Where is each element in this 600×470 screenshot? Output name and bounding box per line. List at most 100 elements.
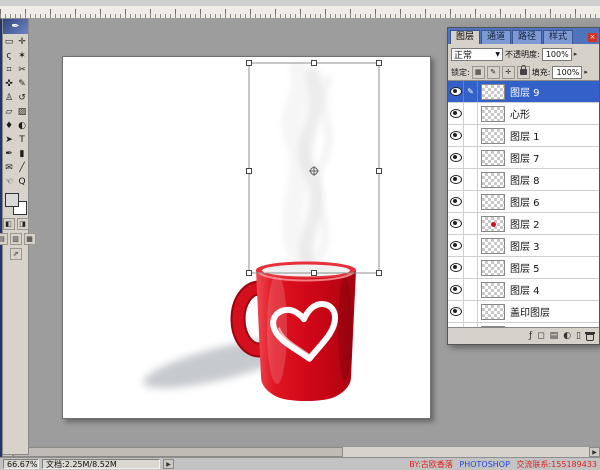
layer-name[interactable]: 图层 7 bbox=[508, 150, 599, 165]
magic-wand-tool-icon[interactable]: ✶ bbox=[16, 49, 28, 63]
rectangular-marquee-tool-icon[interactable]: ▭ bbox=[3, 35, 15, 49]
visibility-toggle[interactable] bbox=[448, 147, 464, 168]
move-tool-icon[interactable]: ✛ bbox=[16, 35, 28, 49]
eyedropper-tool-icon[interactable]: ╱ bbox=[16, 161, 28, 175]
photoshop-feather-icon[interactable]: ✒ bbox=[3, 19, 28, 34]
jump-to-imageready-icon[interactable]: ⇗ bbox=[10, 248, 22, 260]
layer-name[interactable]: 盖印图层 bbox=[508, 304, 599, 319]
new-layer-icon[interactable]: ▯ bbox=[576, 329, 581, 343]
zoom-tool-icon[interactable]: Q bbox=[16, 175, 28, 189]
visibility-toggle[interactable] bbox=[448, 169, 464, 190]
opacity-input[interactable]: 100% bbox=[542, 48, 572, 61]
layer-row[interactable]: 图层 3 bbox=[448, 235, 599, 257]
history-brush-tool-icon[interactable]: ↺ bbox=[16, 91, 28, 105]
notes-tool-icon[interactable]: ✉ bbox=[3, 161, 15, 175]
dodge-tool-icon[interactable]: ◐ bbox=[16, 119, 28, 133]
layer-name[interactable]: 图层 9 bbox=[508, 84, 599, 99]
tab-channels[interactable]: 通道 bbox=[481, 30, 511, 44]
visibility-toggle[interactable] bbox=[448, 235, 464, 256]
path-selection-tool-icon[interactable]: ➤ bbox=[3, 133, 15, 147]
tab-layers[interactable]: 图层 bbox=[450, 30, 480, 44]
layer-thumbnail[interactable] bbox=[481, 216, 505, 232]
pen-tool-icon[interactable]: ✒ bbox=[3, 147, 15, 161]
layer-row[interactable]: 图层 4 bbox=[448, 279, 599, 301]
fill-slider-arrow-icon[interactable]: ▸ bbox=[584, 68, 588, 76]
foreground-color-swatch[interactable] bbox=[5, 193, 19, 207]
tab-paths[interactable]: 路径 bbox=[512, 30, 542, 44]
standard-mode-icon[interactable]: ◧ bbox=[3, 218, 15, 230]
visibility-toggle[interactable] bbox=[448, 125, 464, 146]
layer-thumbnail[interactable] bbox=[481, 150, 505, 166]
eraser-tool-icon[interactable]: ▱ bbox=[3, 105, 15, 119]
layer-name[interactable]: 图层 3 bbox=[508, 238, 599, 253]
standard-screen-mode-icon[interactable]: ▤ bbox=[0, 233, 8, 245]
opacity-slider-arrow-icon[interactable]: ▸ bbox=[574, 50, 578, 58]
shape-tool-icon[interactable]: ▮ bbox=[16, 147, 28, 161]
type-tool-icon[interactable]: T bbox=[16, 133, 28, 147]
fullscreen-mode-icon[interactable]: ▦ bbox=[24, 233, 36, 245]
layer-name[interactable]: 图层 5 bbox=[508, 260, 599, 275]
status-menu-arrow-icon[interactable]: ▶ bbox=[163, 459, 174, 469]
layer-thumbnail[interactable] bbox=[481, 106, 505, 122]
layer-row[interactable]: 图层 6 bbox=[448, 191, 599, 213]
layer-row[interactable]: 心形 bbox=[448, 103, 599, 125]
adjustment-layer-icon[interactable]: ◐ bbox=[563, 329, 571, 343]
healing-brush-tool-icon[interactable]: ✜ bbox=[3, 77, 15, 91]
lock-image-pixels-icon[interactable]: ✎ bbox=[487, 66, 500, 79]
delete-layer-icon[interactable] bbox=[586, 331, 594, 341]
blur-tool-icon[interactable]: ♦ bbox=[3, 119, 15, 133]
layer-thumbnail[interactable] bbox=[481, 326, 505, 328]
layer-thumbnail[interactable] bbox=[481, 238, 505, 254]
layer-thumbnail[interactable] bbox=[481, 282, 505, 298]
zoom-level-field[interactable]: 66.67% bbox=[3, 459, 39, 469]
layer-row[interactable]: 图层 5 bbox=[448, 257, 599, 279]
blend-mode-dropdown[interactable]: 正常 ▼ bbox=[451, 48, 503, 61]
layer-thumbnail[interactable] bbox=[481, 84, 505, 100]
scroll-right-icon[interactable]: ▶ bbox=[589, 447, 600, 457]
visibility-toggle[interactable] bbox=[448, 191, 464, 212]
visibility-toggle[interactable] bbox=[448, 279, 464, 300]
fullscreen-menubar-mode-icon[interactable]: ▥ bbox=[10, 233, 22, 245]
horizontal-scrollbar[interactable]: ◀ ▶ bbox=[2, 446, 600, 457]
gradient-tool-icon[interactable]: ▨ bbox=[16, 105, 28, 119]
layer-thumbnail[interactable] bbox=[481, 128, 505, 144]
visibility-toggle[interactable] bbox=[448, 301, 464, 322]
lock-all-icon[interactable] bbox=[517, 66, 530, 79]
lock-position-icon[interactable]: ✛ bbox=[502, 66, 515, 79]
scrollbar-thumb[interactable] bbox=[13, 447, 343, 457]
brush-tool-icon[interactable]: ✎ bbox=[16, 77, 28, 91]
layer-mask-icon[interactable]: ◻ bbox=[537, 329, 544, 343]
visibility-toggle[interactable] bbox=[448, 103, 464, 124]
layer-thumbnail[interactable] bbox=[481, 260, 505, 276]
visibility-toggle[interactable] bbox=[448, 257, 464, 278]
layer-row[interactable]: 图层 1 bbox=[448, 125, 599, 147]
layer-thumbnail[interactable] bbox=[481, 172, 505, 188]
layer-thumbnail[interactable] bbox=[481, 194, 505, 210]
lock-transparent-pixels-icon[interactable]: ▦ bbox=[472, 66, 485, 79]
layer-name[interactable]: 图层 2 bbox=[508, 216, 599, 231]
document-canvas[interactable] bbox=[62, 56, 431, 419]
layer-style-icon[interactable]: ƒ bbox=[529, 329, 532, 343]
layer-name[interactable]: 心形 bbox=[508, 106, 599, 121]
panel-close-icon[interactable]: × bbox=[588, 33, 597, 42]
layer-row[interactable]: ✎ 图层 9 bbox=[448, 81, 599, 103]
slice-tool-icon[interactable]: ✂ bbox=[16, 63, 28, 77]
layer-row[interactable]: 图层 2 bbox=[448, 213, 599, 235]
layer-name[interactable]: 图层 4 bbox=[508, 282, 599, 297]
crop-tool-icon[interactable]: ⌗ bbox=[3, 63, 15, 77]
layer-thumbnail[interactable] bbox=[481, 304, 505, 320]
layer-row[interactable]: 图层 7 bbox=[448, 147, 599, 169]
clone-stamp-tool-icon[interactable]: ♙ bbox=[3, 91, 15, 105]
layer-name[interactable]: 图层 1 bbox=[508, 128, 599, 143]
hand-tool-icon[interactable]: ☜ bbox=[3, 175, 15, 189]
tab-styles[interactable]: 样式 bbox=[543, 30, 573, 44]
layer-row[interactable]: 盖印图层 bbox=[448, 301, 599, 323]
visibility-toggle[interactable] bbox=[448, 81, 464, 102]
quick-mask-mode-icon[interactable]: ◨ bbox=[17, 218, 29, 230]
fill-input[interactable]: 100% bbox=[552, 66, 582, 79]
lasso-tool-icon[interactable]: ς bbox=[3, 49, 15, 63]
layer-name[interactable]: 图层 8 bbox=[508, 172, 599, 187]
visibility-toggle[interactable] bbox=[448, 213, 464, 234]
layer-row[interactable]: 图层 8 bbox=[448, 169, 599, 191]
layer-group-icon[interactable]: ▤ bbox=[550, 329, 559, 343]
